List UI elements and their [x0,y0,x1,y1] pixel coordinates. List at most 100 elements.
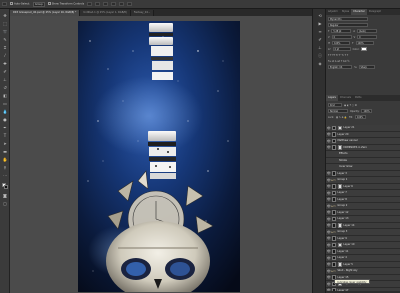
tab-channels[interactable]: Channels [338,95,353,101]
align-bottom-button[interactable] [103,2,109,6]
visibility-eye-icon[interactable]: 👁 [327,191,331,195]
visibility-eye-icon[interactable]: 👁 [327,262,331,266]
opacity-field[interactable]: 100% [361,109,373,113]
font-style-select[interactable]: Regular [328,23,368,27]
visibility-eye-icon[interactable]: 👁 [327,178,331,182]
auto-select-checkbox[interactable] [10,2,13,6]
font-family-select[interactable]: Myriad Pro [328,17,368,21]
show-transform-option[interactable]: Show Transform Controls [47,2,84,6]
healing-brush-tool-icon[interactable]: ✚ [2,61,8,66]
path-select-tool-icon[interactable]: ➤ [2,141,8,146]
kerning-field[interactable]: 0 [331,35,352,39]
extras-icon[interactable]: ⋯ [2,173,8,178]
history-brush-tool-icon[interactable]: ↺ [2,85,8,90]
align-right-button[interactable] [127,2,133,6]
lock-icons[interactable]: ▦ ✎ ✥ 🔒 [336,116,347,119]
visibility-eye-icon[interactable]: 👁 [327,249,331,253]
auto-select-dropdown[interactable]: Group [32,1,45,7]
tracking-field[interactable]: 0 [357,35,378,39]
pen-tool-icon[interactable]: ✒ [2,125,8,130]
layer-mask-thumbnail[interactable] [337,184,342,189]
horizontal-scale-field[interactable]: 100% [355,41,374,45]
history-panel-icon[interactable]: ⟲ [317,13,323,18]
document-canvas[interactable] [78,21,240,292]
tab-paths[interactable]: Paths [353,95,364,101]
folder-icon[interactable]: ▸▭ [332,204,336,208]
visibility-eye-icon[interactable]: 👁 [327,236,331,240]
visibility-eye-icon[interactable]: 👁 [327,223,331,227]
properties-panel-icon[interactable]: ≡ [317,29,323,34]
tab-paragraph[interactable]: Paragraph [367,9,383,15]
align-top-button[interactable] [87,2,93,6]
show-transform-checkbox[interactable] [47,2,51,6]
lasso-tool-icon[interactable]: ➰ [2,29,8,34]
layer-mask-thumbnail[interactable] [337,242,342,247]
screen-mode-icon[interactable]: ▢ [2,201,8,206]
visibility-eye-icon[interactable]: 👁 [327,217,331,221]
tab-adjustments[interactable]: Adjustm [326,9,340,15]
type-tool-icon[interactable]: T [2,133,8,138]
folder-icon[interactable]: ▸▭ [332,230,336,234]
font-size-field[interactable]: 5.28 pt [331,29,352,33]
align-center-button[interactable] [119,2,125,6]
baseline-field[interactable]: 0 pt [332,47,351,51]
shape-tool-icon[interactable]: ▬ [2,149,8,154]
quick-mask-icon[interactable]: ◙ [2,193,8,198]
marquee-tool-icon[interactable]: ⬚ [2,21,8,26]
info-panel-icon[interactable]: ⓘ [317,53,323,58]
layer-filter-select[interactable]: Kind [328,103,342,107]
visibility-eye-icon[interactable]: 👁 [327,243,331,247]
hand-tool-icon[interactable]: ✋ [2,157,8,162]
eyedropper-tool-icon[interactable]: ⁄ [2,53,8,58]
tab-styles[interactable]: Styles [340,9,351,15]
layer-mask-thumbnail[interactable] [337,223,342,228]
visibility-eye-icon[interactable]: 👁 [327,139,331,143]
filter-icons[interactable]: ▣ ◐ T ▢ ⌘ [344,104,357,107]
clone-stamp-tool-icon[interactable]: ⊥ [2,77,8,82]
brush-panel-icon[interactable]: ✐ [317,37,323,42]
align-left-button[interactable] [111,2,117,6]
gradient-tool-icon[interactable]: ▭ [2,101,8,106]
auto-select-option[interactable]: Auto-Select: [10,2,30,6]
layer-mask-thumbnail[interactable] [337,125,342,130]
visibility-eye-icon[interactable]: 👁 [327,269,331,273]
background-color-swatch[interactable] [4,185,8,189]
layer-mask-thumbnail[interactable] [337,262,342,267]
zoom-tool-icon[interactable]: ⚲ [2,165,8,170]
tab-character[interactable]: Character [351,9,367,15]
crop-tool-icon[interactable]: ⌗ [2,45,8,50]
text-color-swatch[interactable] [361,47,368,51]
eraser-tool-icon[interactable]: ◧ [2,93,8,98]
visibility-eye-icon[interactable]: 👁 [327,145,331,149]
visibility-eye-icon[interactable]: 👁 [327,210,331,214]
layer-mask-thumbnail[interactable] [337,145,342,150]
antialias-select[interactable]: Sharp [358,65,375,69]
move-tool-preset-button[interactable] [2,2,7,6]
blend-mode-select[interactable]: Normal [328,109,348,113]
visibility-eye-icon[interactable]: 👁 [327,132,331,136]
folder-icon[interactable]: ▸▭ [332,269,336,273]
navigator-panel-icon[interactable]: ◈ [317,61,323,66]
blur-tool-icon[interactable]: 💧 [2,109,8,114]
brush-tool-icon[interactable]: ✐ [2,69,8,74]
clone-source-icon[interactable]: ⊥ [317,45,323,50]
move-tool-icon[interactable]: ✥ [2,13,8,18]
visibility-eye-icon[interactable]: 👁 [327,256,331,260]
visibility-eye-icon[interactable]: 👁 [327,197,331,201]
actions-panel-icon[interactable]: ▶ [317,21,323,26]
folder-icon[interactable]: ▸▭ [332,178,336,182]
visibility-eye-icon[interactable]: 👁 [327,171,331,175]
fill-field[interactable]: 100% [354,115,366,119]
visibility-eye-icon[interactable]: 👁 [327,275,331,279]
visibility-eye-icon[interactable]: 👁 [327,184,331,188]
vertical-scale-field[interactable]: 100% [332,41,351,45]
language-select[interactable]: English: US [328,65,352,69]
faux-styles-row[interactable]: T T TT Tr T¹ T₁ T T [328,54,348,57]
visibility-eye-icon[interactable]: 👁 [327,230,331,234]
quick-select-tool-icon[interactable]: ✎ [2,37,8,42]
tab-layers[interactable]: Layers [326,95,338,101]
leading-field[interactable]: (Auto) [356,29,377,33]
align-middle-button[interactable] [95,2,101,6]
visibility-eye-icon[interactable]: 👁 [327,126,331,130]
opentype-row[interactable]: fi ∂ st A ad T 1st ½ [328,60,349,63]
